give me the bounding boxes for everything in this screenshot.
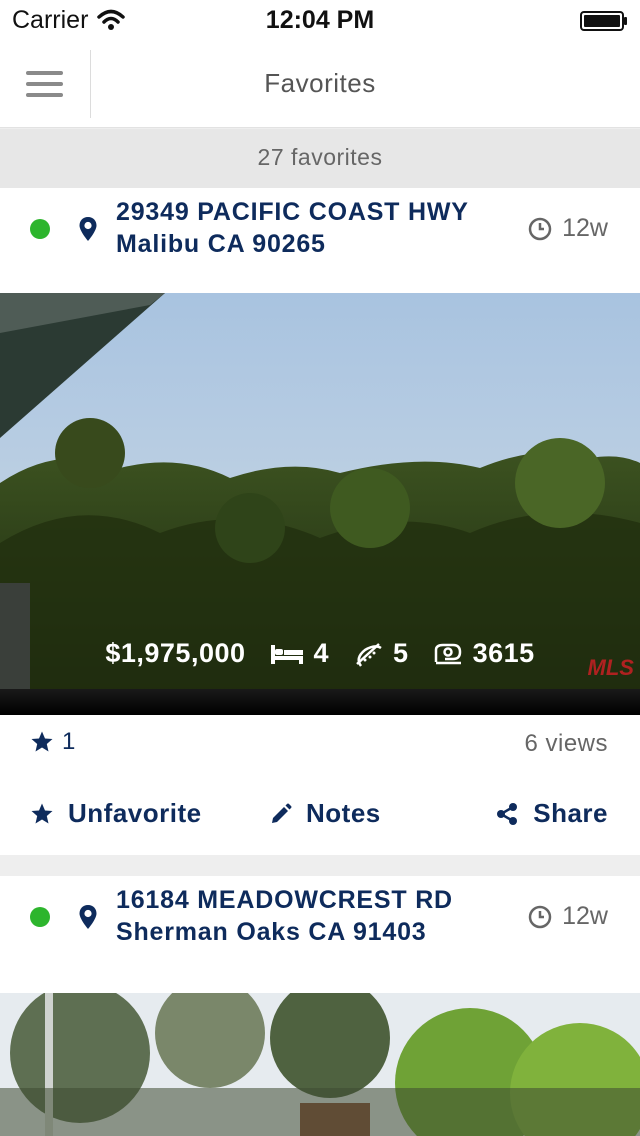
listing-photo-image [0,993,640,1136]
views-count: 6 views [524,730,608,757]
listing-stats: $1,975,000 4 5 3615 [0,638,640,669]
sqft-text: 3615 [472,638,535,668]
bed-icon [270,644,303,664]
battery-icon [580,11,627,31]
clock-icon [528,905,552,928]
photo-shadow [0,689,640,715]
star-icon [31,731,53,752]
baths-text: 5 [393,638,409,668]
sqft-stat: 3615 [433,638,535,669]
listing-age: 12w [528,214,608,243]
clock-icon [528,217,552,240]
pencil-icon [272,803,292,823]
notes-button[interactable]: Notes [270,798,381,829]
price: $1,975,000 [105,638,245,669]
listing-age: 12w [528,902,608,931]
listing-card[interactable]: 29349 PACIFIC COAST HWY Malibu CA 90265 … [0,188,640,855]
status-bar: Carrier 12:04 PM [0,0,640,40]
address-street: 29349 PACIFIC COAST HWY [116,198,469,226]
page-title: Favorites [264,68,376,98]
mls-logo: MLS [587,655,634,680]
beds-text: 4 [313,638,330,668]
listing-age-text: 12w [562,902,608,930]
notes-label: Notes [306,798,381,828]
listing-card[interactable]: 16184 MEADOWCREST RD Sherman Oaks CA 914… [0,876,640,1136]
listing-address[interactable]: 29349 PACIFIC COAST HWY Malibu CA 90265 [116,196,469,260]
listing-photo[interactable]: $1,975,000 4 5 3615 MLS [0,293,640,715]
share-button[interactable]: Share [495,798,608,829]
beds-stat: 4 [270,638,330,669]
status-time: 12:04 PM [265,6,375,34]
address-city: Sherman Oaks CA 91403 [116,918,427,946]
star-icon [31,803,53,823]
map-pin-icon [79,217,97,241]
listing-meta: 1 6 views [0,728,640,762]
unfavorite-button[interactable]: Unfavorite [30,798,202,829]
listing-address[interactable]: 16184 MEADOWCREST RD Sherman Oaks CA 914… [116,884,453,948]
map-pin-icon [79,905,97,929]
listing-photo[interactable] [0,993,640,1136]
listing-status-dot [30,907,50,927]
listing-actions: Unfavorite Notes Share [0,798,640,834]
favorites-count: 27 favorites [257,144,383,170]
listing-status-dot [30,219,50,239]
area-icon [434,643,461,664]
price-text: $1,975,000 [105,638,246,668]
listing-age-text: 12w [562,214,608,242]
baths-stat: 5 [353,638,409,669]
address-street: 16184 MEADOWCREST RD [116,886,453,914]
address-city: Malibu CA 90265 [116,230,326,258]
favorites-count-bar: 27 favorites [0,129,640,188]
share-icon [497,802,518,825]
nav-bar: Favorites [0,40,640,128]
bath-icon [356,642,382,667]
star-count-text: 1 [62,728,76,755]
unfavorite-label: Unfavorite [68,798,202,828]
star-count: 1 [30,728,75,756]
share-label: Share [533,798,608,828]
